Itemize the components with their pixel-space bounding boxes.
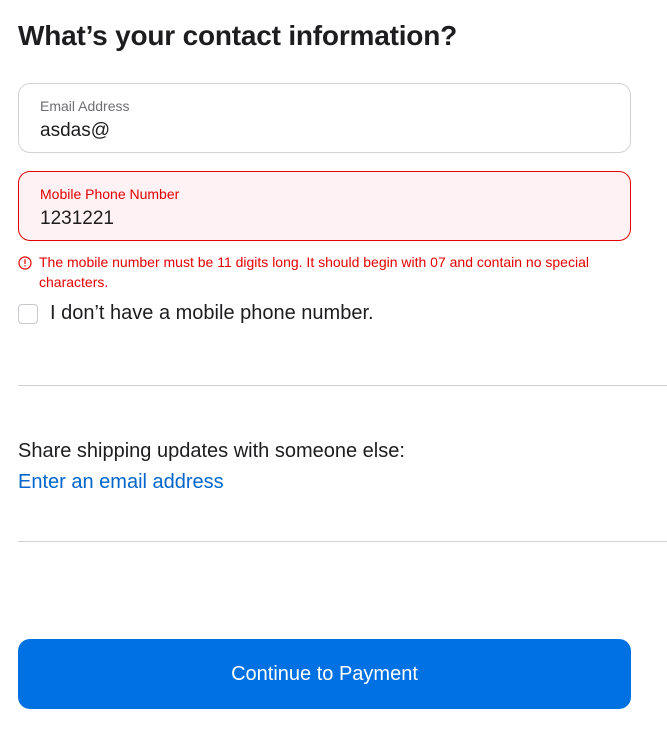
phone-error-message: The mobile number must be 11 digits long… (18, 252, 618, 292)
email-field-label: Email Address (40, 98, 130, 114)
error-circle-icon (18, 255, 32, 270)
mobile-phone-field-label: Mobile Phone Number (40, 186, 180, 202)
divider (18, 541, 667, 542)
no-phone-checkbox-label[interactable]: I don’t have a mobile phone number. (50, 302, 374, 325)
page-title: What’s your contact information? (18, 20, 458, 51)
mobile-phone-field-value[interactable]: 1231221 (40, 208, 114, 230)
email-field[interactable]: Email Address asdas@ (18, 83, 631, 153)
divider (18, 385, 667, 386)
share-updates-label: Share shipping updates with someone else… (18, 440, 405, 462)
error-text: The mobile number must be 11 digits long… (39, 254, 589, 290)
no-phone-checkbox-row[interactable]: I don’t have a mobile phone number. (18, 302, 374, 325)
continue-to-payment-button[interactable]: Continue to Payment (18, 639, 631, 709)
enter-email-link[interactable]: Enter an email address (18, 471, 224, 494)
no-phone-checkbox[interactable] (18, 303, 38, 324)
mobile-phone-field[interactable]: Mobile Phone Number 1231221 (18, 171, 631, 241)
email-field-value[interactable]: asdas@ (40, 120, 110, 142)
